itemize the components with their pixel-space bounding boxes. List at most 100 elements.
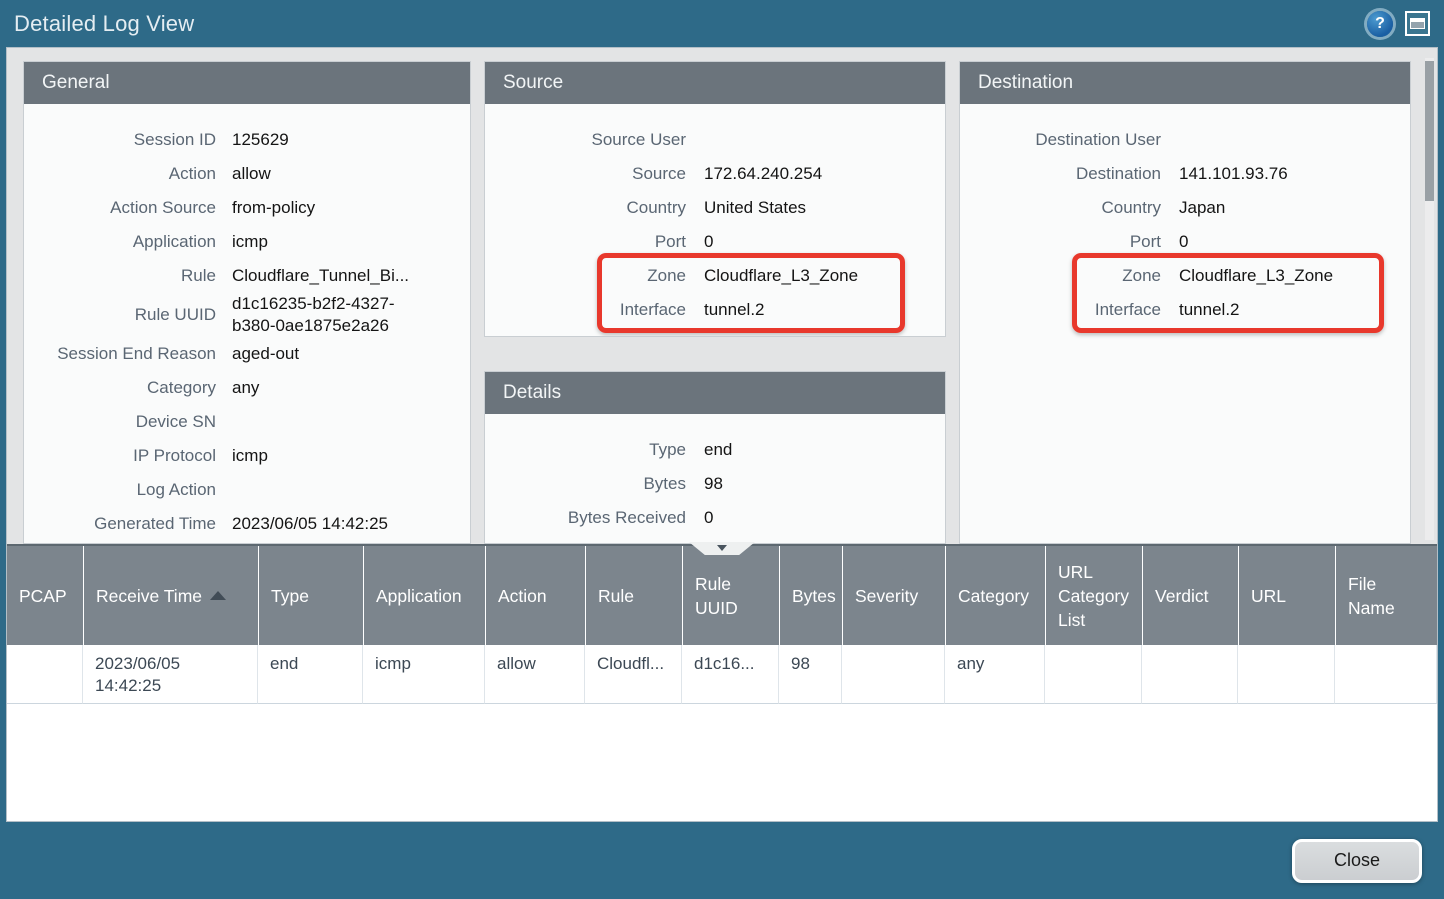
field-value: Japan	[1179, 197, 1225, 219]
field-row: Session End Reasonaged-out	[38, 337, 456, 371]
column-header-rule[interactable]: Rule	[585, 546, 682, 645]
log-table-row[interactable]: 2023/06/05 14:42:25 end icmp allow Cloud…	[7, 645, 1437, 704]
field-row: ZoneCloudflare_L3_Zone	[974, 259, 1396, 293]
field-label: Log Action	[38, 480, 232, 500]
source-panel-title: Source	[485, 62, 945, 104]
column-header-file-name[interactable]: File Name	[1335, 546, 1437, 645]
field-value: 141.101.93.76	[1179, 163, 1288, 185]
column-label: Severity	[855, 584, 918, 608]
field-row: Categoryany	[38, 371, 456, 405]
help-icon[interactable]: ?	[1367, 11, 1393, 37]
column-label: Bytes	[792, 584, 836, 608]
general-panel: General Session ID125629 Actionallow Act…	[23, 61, 471, 544]
dialog-content: General Session ID125629 Actionallow Act…	[6, 47, 1438, 822]
column-header-category[interactable]: Category	[945, 546, 1045, 645]
field-row: ZoneCloudflare_L3_Zone	[499, 259, 931, 293]
column-header-type[interactable]: Type	[258, 546, 363, 645]
cell-action: allow	[485, 645, 585, 704]
destination-panel: Destination Destination User Destination…	[959, 61, 1411, 544]
cell-pcap	[7, 645, 83, 704]
field-value: icmp	[232, 445, 268, 467]
field-row: Interfacetunnel.2	[499, 293, 931, 327]
dialog-title: Detailed Log View	[14, 11, 1367, 37]
column-header-receive-time[interactable]: Receive Time	[83, 546, 258, 645]
field-label: Port	[499, 232, 704, 252]
cell-bytes: 98	[779, 645, 842, 704]
general-panel-title: General	[24, 62, 470, 104]
column-header-verdict[interactable]: Verdict	[1142, 546, 1238, 645]
column-header-severity[interactable]: Severity	[842, 546, 945, 645]
field-value: 0	[1179, 231, 1188, 253]
field-label: Destination	[974, 164, 1179, 184]
column-label: Type	[271, 584, 309, 608]
field-label: Action Source	[38, 198, 232, 218]
window-pane-glyph	[1410, 18, 1425, 29]
column-header-url-category-list[interactable]: URL Category List	[1045, 546, 1142, 645]
field-label: Zone	[499, 266, 704, 286]
field-label: Generated Time	[38, 514, 232, 534]
field-label: Rule UUID	[38, 305, 232, 325]
field-row: Generated Time2023/06/05 14:42:25	[38, 507, 456, 541]
column-label: Category	[958, 584, 1029, 608]
column-header-application[interactable]: Application	[363, 546, 485, 645]
column-label: Rule	[598, 584, 634, 608]
cell-url-category-list	[1045, 645, 1142, 704]
cell-receive-time: 2023/06/05 14:42:25	[83, 645, 258, 704]
field-label: Interface	[499, 300, 704, 320]
field-row: CountryJapan	[974, 191, 1396, 225]
field-label: Action	[38, 164, 232, 184]
field-value: tunnel.2	[704, 299, 765, 321]
field-row: Source172.64.240.254	[499, 157, 931, 191]
field-value: 125629	[232, 129, 289, 151]
field-value: icmp	[232, 231, 268, 253]
field-label: IP Protocol	[38, 446, 232, 466]
field-value: 0	[704, 231, 713, 253]
details-panel: Details Typeend Bytes98 Bytes Received0	[484, 371, 946, 544]
field-row: Session ID125629	[38, 123, 456, 157]
field-value: Cloudflare_L3_Zone	[704, 265, 858, 287]
column-label: Action	[498, 584, 547, 608]
field-row: Destination User	[974, 123, 1396, 157]
cell-category: any	[945, 645, 1045, 704]
field-row: Actionallow	[38, 157, 456, 191]
field-value: any	[232, 377, 259, 399]
field-label: Country	[974, 198, 1179, 218]
field-row: Interfacetunnel.2	[974, 293, 1396, 327]
field-value: Cloudflare_L3_Zone	[1179, 265, 1333, 287]
cell-url	[1238, 645, 1335, 704]
field-label: Source	[499, 164, 704, 184]
field-label: Bytes	[499, 474, 704, 494]
cell-file-name	[1335, 645, 1437, 704]
column-header-url[interactable]: URL	[1238, 546, 1335, 645]
field-row: IP Protocolicmp	[38, 439, 456, 473]
column-header-action[interactable]: Action	[485, 546, 585, 645]
field-value: aged-out	[232, 343, 299, 365]
maximize-window-icon[interactable]	[1405, 11, 1430, 36]
field-label: Bytes Received	[499, 508, 704, 528]
column-label: File Name	[1348, 572, 1425, 620]
column-label: PCAP	[19, 584, 67, 608]
close-button[interactable]: Close	[1292, 839, 1422, 883]
field-row: Device SN	[38, 405, 456, 439]
field-label: Category	[38, 378, 232, 398]
field-value: 0	[704, 507, 713, 529]
field-value: end	[704, 439, 732, 461]
column-header-rule-uuid[interactable]: Rule UUID	[682, 546, 779, 645]
cell-type: end	[258, 645, 363, 704]
log-detail-panels: General Session ID125629 Actionallow Act…	[7, 48, 1437, 544]
column-header-pcap[interactable]: PCAP	[7, 546, 83, 645]
column-header-bytes[interactable]: Bytes	[779, 546, 842, 645]
field-label: Country	[499, 198, 704, 218]
field-row: Port0	[499, 225, 931, 259]
panels-scrollbar[interactable]	[1425, 58, 1434, 540]
column-label: Verdict	[1155, 584, 1209, 608]
chevron-down-icon	[717, 545, 727, 551]
scrollbar-thumb[interactable]	[1425, 61, 1434, 201]
column-label: Receive Time	[96, 584, 202, 608]
log-table-region: PCAP Receive Time Type Application Actio…	[7, 544, 1437, 821]
field-label: Session End Reason	[38, 344, 232, 364]
dialog-footer: Close	[0, 822, 1444, 899]
field-label: Application	[38, 232, 232, 252]
field-row: Source User	[499, 123, 931, 157]
field-row: Action Sourcefrom-policy	[38, 191, 456, 225]
